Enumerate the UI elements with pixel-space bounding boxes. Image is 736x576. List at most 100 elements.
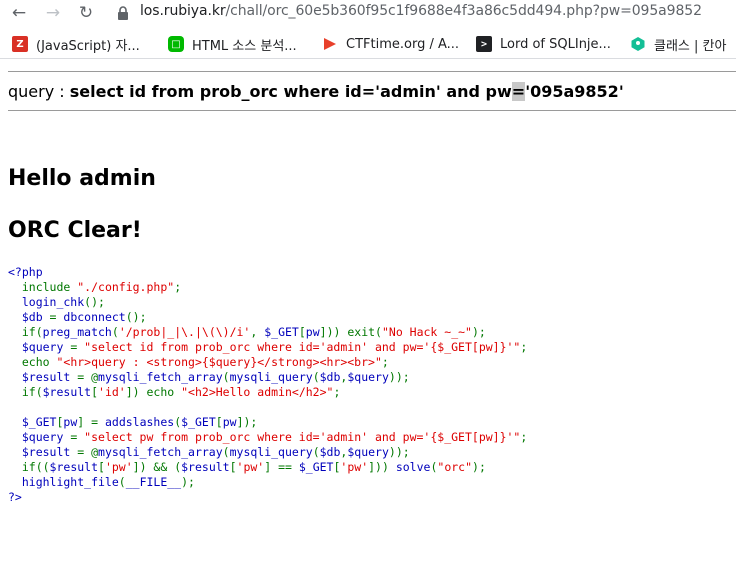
php-source-code: <?php include "./config.php"; login_chk(…: [8, 265, 527, 505]
code-token: );: [181, 475, 195, 489]
back-arrow-icon[interactable]: ←: [8, 2, 30, 24]
code-token: pw: [222, 415, 237, 429]
lock-icon[interactable]: [116, 5, 130, 21]
code-token: ));: [388, 445, 410, 459]
bookmark-label: HTML 소스 분석...: [192, 38, 297, 54]
code-token: ;: [333, 385, 341, 399]
bookmark-item[interactable]: CTFtime.org / A...: [322, 34, 459, 54]
url-host: los.rubiya.kr: [140, 3, 226, 19]
code-token: $query: [347, 370, 389, 384]
code-token: if(: [8, 385, 43, 399]
code-token: $db: [8, 310, 50, 324]
code-token: (: [111, 325, 119, 339]
hello-heading: Hello admin: [8, 166, 156, 191]
code-token: solve: [395, 460, 431, 474]
code-token: 'pw': [340, 460, 369, 474]
code-token: ] ==: [264, 460, 299, 474]
code-token: =: [49, 310, 64, 324]
code-token: (: [118, 475, 126, 489]
code-token: echo: [8, 355, 57, 369]
code-token: 'pw': [104, 460, 133, 474]
query-sql-part: '095a9852': [525, 82, 624, 101]
code-token: $_GET: [8, 415, 57, 429]
code-token: $result: [8, 445, 78, 459]
code-token: ] =: [77, 415, 105, 429]
clear-heading: ORC Clear!: [8, 218, 142, 243]
code-token: mysqli_fetch_array: [98, 445, 223, 459]
code-token: highlight_file: [8, 475, 119, 489]
code-token: );: [472, 460, 486, 474]
code-token: if(: [8, 325, 43, 339]
code-token: $_GET: [264, 325, 299, 339]
browser-toolbar: ← → ↻ los.rubiya.kr/chall/orc_60e5b360f9…: [0, 0, 736, 26]
code-token: $query: [8, 430, 71, 444]
code-token: ;: [174, 280, 182, 294]
line-chat-icon: □: [168, 36, 184, 52]
code-token: "select id from prob_orc where id='admin…: [84, 340, 521, 354]
code-token: ])) exit(: [319, 325, 382, 339]
divider: [8, 110, 736, 111]
code-token: (: [222, 370, 230, 384]
code-token: '/prob|_|\.|\(\)/i': [118, 325, 251, 339]
code-token: "./config.php": [77, 280, 175, 294]
code-token: $_GET: [298, 460, 334, 474]
bookmarks-bar: Z (JavaScript) 자... □ HTML 소스 분석... CTFt…: [0, 30, 736, 59]
code-token: (: [222, 445, 230, 459]
code-token: (: [312, 370, 320, 384]
code-token: 'id': [98, 385, 126, 399]
code-token: $query: [347, 445, 389, 459]
code-token: ]);: [236, 415, 258, 429]
bookmark-item[interactable]: 클래스 | 칸아: [630, 34, 726, 54]
url-path: /chall/orc_60e5b360f95c1f9688e4f3a86c5dd…: [225, 3, 702, 19]
query-sql: select id from prob_orc where id='admin'…: [70, 82, 624, 101]
code-token: =: [70, 430, 85, 444]
code-token: pw: [63, 415, 78, 429]
code-token: 'pw': [236, 460, 265, 474]
code-token: [: [215, 415, 223, 429]
reload-icon[interactable]: ↻: [75, 2, 97, 24]
code-token: ;: [520, 430, 528, 444]
bookmark-label: CTFtime.org / A...: [346, 36, 460, 52]
code-token: = @: [77, 445, 99, 459]
code-token: ]) && (: [132, 460, 182, 474]
code-token: ?>: [8, 490, 22, 504]
bookmark-item[interactable]: Z (JavaScript) 자...: [12, 34, 140, 54]
code-token: include: [8, 280, 78, 294]
code-token: mysqli_fetch_array: [98, 370, 223, 384]
code-token: "No Hack ~_~": [381, 325, 472, 339]
code-token: [: [298, 325, 306, 339]
code-token: if((: [8, 460, 50, 474]
code-token: $query: [8, 340, 71, 354]
code-token: =: [70, 340, 85, 354]
code-token: ])): [368, 460, 396, 474]
code-token: $db: [319, 445, 341, 459]
code-token: [: [98, 460, 105, 474]
code-token: ();: [84, 295, 105, 309]
code-token: <?php: [8, 265, 43, 279]
code-token: ));: [388, 370, 410, 384]
code-token: pw: [305, 325, 320, 339]
code-token: mysqli_query: [229, 370, 313, 384]
page-content: query : select id from prob_orc where id…: [0, 59, 736, 576]
ctftime-flag-icon: [324, 38, 336, 50]
address-bar[interactable]: los.rubiya.kr/chall/orc_60e5b360f95c1f96…: [140, 3, 702, 19]
code-token: mysqli_query: [229, 445, 313, 459]
code-token: login_chk: [8, 295, 85, 309]
code-token: ();: [125, 310, 147, 324]
code-token: $_GET: [181, 415, 216, 429]
code-token: = @: [77, 370, 99, 384]
code-token: $result: [181, 460, 230, 474]
bookmark-item[interactable]: > Lord of SQLInje...: [476, 34, 611, 54]
code-token: addslashes: [104, 415, 175, 429]
z-logo-icon: Z: [12, 36, 28, 52]
code-token: (: [312, 445, 320, 459]
query-sql-selected: =: [511, 82, 526, 101]
forward-arrow-icon[interactable]: →: [42, 2, 64, 24]
khan-academy-icon: [631, 37, 645, 51]
code-token: [: [229, 460, 237, 474]
code-token: preg_match: [42, 325, 112, 339]
bookmark-label: 클래스 | 칸아: [654, 38, 727, 54]
bookmark-label: Lord of SQLInje...: [500, 36, 611, 52]
query-line: query : select id from prob_orc where id…: [8, 82, 624, 101]
bookmark-item[interactable]: □ HTML 소스 분석...: [168, 34, 297, 54]
